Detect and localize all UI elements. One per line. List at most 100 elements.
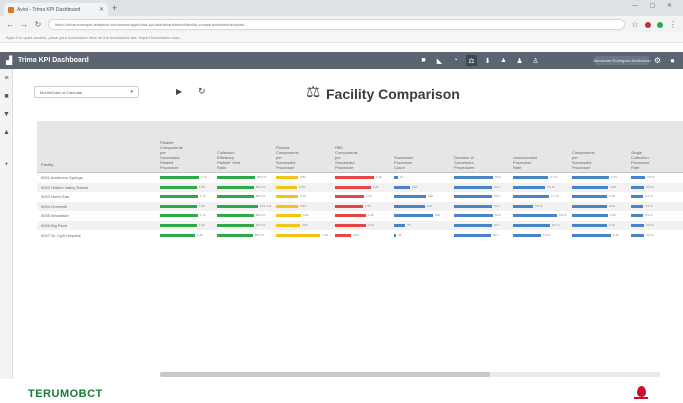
forward-icon[interactable]: → xyxy=(20,20,28,29)
new-tab-icon[interactable]: + xyxy=(112,3,117,13)
user-menu[interactable]: Alexander Rodriguez Andersson xyxy=(593,56,651,65)
column-header[interactable]: Duration of Successful Procedures xyxy=(454,155,474,170)
column-header[interactable]: Plasma Components per Successful Procedu… xyxy=(276,145,299,170)
scrollbar-thumb[interactable] xyxy=(160,372,490,377)
table-row[interactable]: 0001 Anderson Springs 1.74 88.9 % 0.82 2.16 1… xyxy=(37,173,683,182)
metric-value: 75 xyxy=(407,223,411,227)
metric-value: 2.46 xyxy=(613,232,619,237)
metric-value: 86.2 % xyxy=(256,184,266,189)
metric-value: 1.55 xyxy=(197,232,203,237)
horizontal-scrollbar[interactable] xyxy=(160,372,660,377)
column-header[interactable]: Components per Successful Procedure xyxy=(572,150,595,170)
menu-icon[interactable]: ≡ xyxy=(3,75,10,82)
extension-icon[interactable] xyxy=(645,21,651,28)
filter-icon[interactable]: ▼ xyxy=(3,111,10,118)
table-row[interactable]: 0003 North Star 1.70 86.9 % 0.79 1.54 230 52.6… xyxy=(37,192,683,201)
metric-value: 3.9 % xyxy=(535,203,543,208)
metric-value: 12 xyxy=(400,175,404,179)
metric-value: 1.54 xyxy=(366,194,372,199)
overview-sheet-icon[interactable]: ■ xyxy=(418,55,429,66)
metric-bar xyxy=(394,224,405,227)
metric-bar xyxy=(572,224,607,227)
scales-sheet-icon[interactable]: ⚖ xyxy=(466,55,477,66)
metric-bar xyxy=(335,214,366,218)
people-sheet-icon[interactable]: ♟ xyxy=(514,55,525,66)
metric-value: 1.70 xyxy=(200,194,206,199)
metric-value: 52.7 xyxy=(494,223,500,227)
metric-value: 2.19 xyxy=(609,223,615,227)
metric-value: 5.3 % xyxy=(543,232,551,237)
column-header[interactable]: Successful Procedure Count xyxy=(394,155,413,170)
browser-menu-icon[interactable]: ⋮ xyxy=(669,20,677,29)
metric-value: 1.63 xyxy=(368,223,374,227)
metric-bar xyxy=(454,204,492,208)
column-header-facility[interactable]: Facility xyxy=(41,162,53,167)
metric-bar xyxy=(276,224,300,227)
metric-value: 0.79 xyxy=(300,194,306,199)
tab-close-icon[interactable]: ✕ xyxy=(99,6,104,13)
metric-value: 7.1 % xyxy=(551,194,559,199)
bookmark-star-icon[interactable]: ☆ xyxy=(631,20,639,29)
metric-bar xyxy=(160,185,197,189)
metric-bar xyxy=(631,224,644,227)
person-sheet-icon[interactable]: ♙ xyxy=(530,55,541,66)
app-title: Trima KPI Dashboard xyxy=(18,57,89,64)
info-icon[interactable]: • xyxy=(3,161,10,168)
column-header[interactable]: Collection Efficiency Platelet Yield Rat… xyxy=(217,150,240,170)
metric-bar xyxy=(572,233,611,237)
metric-bar xyxy=(572,214,608,218)
metric-bar xyxy=(217,233,253,237)
column-header[interactable]: Unsuccessful Procedure Rate xyxy=(513,155,537,170)
metric-bar xyxy=(572,195,607,199)
metric-bar xyxy=(454,176,493,179)
metric-bar xyxy=(217,176,255,179)
table-row[interactable]: 0002 Hidden Valley Ranch 1.65 86.2 % 0.78 1.… xyxy=(37,182,683,192)
metric-value: 50.1 xyxy=(493,232,499,237)
column-header[interactable]: Platelet Components per Successful Plate… xyxy=(160,140,183,170)
help-icon[interactable]: ● xyxy=(667,55,678,66)
metric-bar xyxy=(217,195,254,199)
metric-bar xyxy=(160,204,197,208)
metric-bar xyxy=(335,176,374,179)
grid-icon[interactable]: ■ xyxy=(3,93,10,100)
metric-bar xyxy=(276,214,301,218)
metric-value: 0.91 xyxy=(303,213,309,218)
pin-icon[interactable]: ▶ xyxy=(176,87,182,96)
location-sheet-icon[interactable]: ⬇ xyxy=(482,55,493,66)
address-bar[interactable]: https://trima.example-analytics.com/sens… xyxy=(48,19,625,30)
gauge-sheet-icon[interactable]: ◔ xyxy=(450,55,461,66)
window-controls[interactable]: — ▢ ✕ xyxy=(632,2,677,9)
column-header[interactable]: RBC Components per Successful Procedure xyxy=(335,145,358,170)
metric-value: 148 xyxy=(412,184,418,189)
app-header: ▟ Trima KPI Dashboard xyxy=(0,52,683,69)
trend-sheet-icon[interactable]: ◣ xyxy=(434,55,445,66)
back-icon[interactable]: ← xyxy=(6,20,14,29)
column-header[interactable]: Single Collection Procedure Rate xyxy=(631,150,649,170)
metric-value: 54.5 xyxy=(495,175,501,179)
period-select[interactable]: Month/Date of Calendar ▾ xyxy=(34,86,139,98)
metric-bar xyxy=(160,233,195,237)
browser-tab[interactable]: Aviot - Trima KPI Dashboard ✕ xyxy=(4,3,108,16)
alert-sheet-icon[interactable]: ▲ xyxy=(498,55,509,66)
reload-icon[interactable]: ↻ xyxy=(34,20,42,29)
metric-value: 0.82 xyxy=(300,175,306,179)
metric-value: 1.68 xyxy=(199,203,205,208)
settings-icon[interactable]: ⚙ xyxy=(652,55,663,66)
metric-bar xyxy=(631,204,643,208)
scales-icon: ⚖ xyxy=(306,84,321,101)
table-header: Facility Platelet Components per Successf… xyxy=(37,121,683,173)
app-window: Aviot - Trima KPI Dashboard ✕ + — ▢ ✕ ← … xyxy=(0,0,683,403)
table-row[interactable]: 0007 St. Cyril Hospital 1.55 85.6 % 1.48 0.8… xyxy=(37,231,683,240)
metric-value: 0.83 xyxy=(353,232,359,237)
metric-value: 8.2 % xyxy=(552,223,560,227)
metric-value: 101.3 % xyxy=(260,203,272,208)
extension-icon[interactable] xyxy=(657,21,663,28)
bookmark-icon[interactable]: ▲ xyxy=(3,129,10,136)
metric-value: 226 xyxy=(427,203,433,208)
table-row[interactable]: 0004 Greenhill 1.68 101.3 % 0.84 1.50 226 51.2… xyxy=(37,201,683,211)
refresh-icon[interactable]: ↻ xyxy=(198,86,206,97)
metric-bar xyxy=(217,214,254,218)
table-row[interactable]: 0005 Woodlake 1.72 86.8 % 0.91 1.62 290 53.9 9.… xyxy=(37,211,683,220)
metric-value: 290 xyxy=(435,213,441,218)
table-row[interactable]: 0006 Big Rock 1.64 87.9 % 0.87 1.63 75 52.7 8.2… xyxy=(37,221,683,230)
